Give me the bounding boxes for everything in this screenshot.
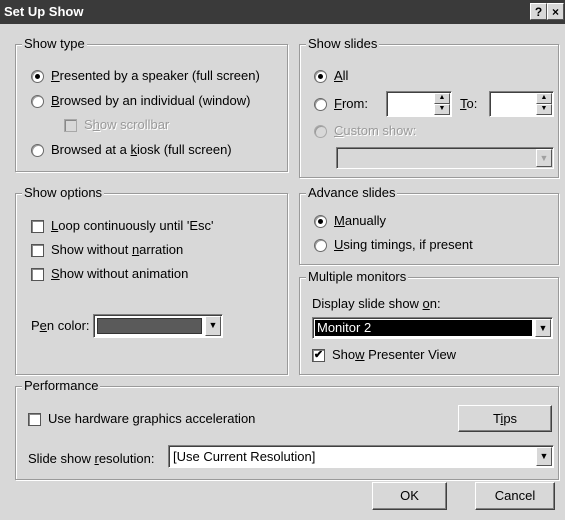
timings-label[interactable]: Using timings, if present bbox=[334, 237, 473, 252]
monitor-dropdown-icon[interactable]: ▼ bbox=[535, 319, 551, 337]
custom-show-dropdown-icon[interactable]: ▼ bbox=[536, 149, 552, 167]
ok-button[interactable]: OK bbox=[372, 482, 447, 510]
custom-show-label: Custom show: bbox=[334, 123, 417, 138]
close-button[interactable]: × bbox=[547, 3, 564, 20]
custom-show-radio[interactable] bbox=[314, 125, 327, 138]
to-spinner[interactable]: ▲ ▼ bbox=[536, 93, 552, 115]
help-button[interactable]: ? bbox=[530, 3, 547, 20]
kiosk-label[interactable]: Browsed at a kiosk (full screen) bbox=[51, 142, 232, 157]
multiple-monitors-legend: Multiple monitors bbox=[306, 269, 409, 284]
from-up-icon[interactable]: ▲ bbox=[434, 93, 450, 104]
pen-color-dropdown-icon[interactable]: ▼ bbox=[205, 316, 221, 336]
no-animation-checkbox[interactable] bbox=[31, 268, 44, 281]
hardware-acceleration-checkbox[interactable] bbox=[28, 413, 41, 426]
title-bar: Set Up Show ? × bbox=[0, 0, 565, 24]
multiple-monitors-group: Multiple monitors Display slide show on:… bbox=[299, 269, 559, 375]
individual-radio[interactable] bbox=[31, 95, 44, 108]
to-down-icon[interactable]: ▼ bbox=[536, 104, 552, 115]
from-spinner[interactable]: ▲ ▼ bbox=[434, 93, 450, 115]
no-narration-label[interactable]: Show without narration bbox=[51, 242, 183, 257]
advance-slides-legend: Advance slides bbox=[306, 185, 398, 200]
custom-show-select[interactable]: ▼ bbox=[336, 147, 554, 169]
all-slides-radio[interactable] bbox=[314, 70, 327, 83]
advance-slides-group: Advance slides Manually Using timings, i… bbox=[299, 185, 559, 265]
resolution-value: [Use Current Resolution] bbox=[173, 449, 316, 464]
from-down-icon[interactable]: ▼ bbox=[434, 104, 450, 115]
to-input[interactable]: ▲ ▼ bbox=[489, 91, 554, 117]
pen-color-select[interactable]: ▼ bbox=[93, 314, 223, 338]
to-label: To: bbox=[460, 96, 478, 111]
loop-checkbox[interactable] bbox=[31, 220, 44, 233]
presenter-view-checkbox[interactable]: ✔ bbox=[312, 349, 325, 362]
show-slides-legend: Show slides bbox=[306, 36, 380, 51]
show-type-legend: Show type bbox=[22, 36, 87, 51]
monitor-select[interactable]: Monitor 2 ▼ bbox=[312, 317, 553, 339]
speaker-radio[interactable] bbox=[31, 70, 44, 83]
pen-color-label: Pen color: bbox=[31, 318, 90, 333]
individual-label[interactable]: Browsed by an individual (window) bbox=[51, 93, 250, 108]
performance-group: Performance Use hardware graphics accele… bbox=[15, 378, 559, 480]
all-slides-label[interactable]: All bbox=[334, 68, 348, 83]
resolution-dropdown-icon[interactable]: ▼ bbox=[536, 447, 552, 466]
no-narration-checkbox[interactable] bbox=[31, 244, 44, 257]
show-type-group: Show type Presented by a speaker (full s… bbox=[15, 36, 288, 172]
show-slides-group: Show slides All From: ▲ ▼ To: ▲ ▼ Custom… bbox=[299, 36, 559, 178]
from-radio[interactable] bbox=[314, 98, 327, 111]
cancel-button[interactable]: Cancel bbox=[475, 482, 555, 510]
presenter-view-label[interactable]: Show Presenter View bbox=[332, 347, 456, 362]
kiosk-radio[interactable] bbox=[31, 144, 44, 157]
from-input[interactable]: ▲ ▼ bbox=[386, 91, 452, 117]
display-on-label: Display slide show on: bbox=[312, 296, 441, 311]
loop-label[interactable]: Loop continuously until 'Esc' bbox=[51, 218, 214, 233]
monitor-value: Monitor 2 bbox=[315, 320, 532, 336]
show-options-group: Show options Loop continuously until 'Es… bbox=[15, 185, 288, 375]
tips-button[interactable]: Tips bbox=[458, 405, 552, 432]
no-animation-label[interactable]: Show without animation bbox=[51, 266, 188, 281]
timings-radio[interactable] bbox=[314, 239, 327, 252]
show-scrollbar-label: Show scrollbar bbox=[84, 117, 170, 132]
resolution-select[interactable]: [Use Current Resolution] ▼ bbox=[168, 445, 554, 468]
dialog-title: Set Up Show bbox=[4, 4, 84, 19]
hardware-acceleration-label[interactable]: Use hardware graphics acceleration bbox=[48, 411, 255, 426]
speaker-label[interactable]: Presented by a speaker (full screen) bbox=[51, 68, 260, 83]
manually-label[interactable]: Manually bbox=[334, 213, 386, 228]
to-up-icon[interactable]: ▲ bbox=[536, 93, 552, 104]
manually-radio[interactable] bbox=[314, 215, 327, 228]
pen-color-swatch bbox=[97, 318, 202, 334]
performance-legend: Performance bbox=[22, 378, 101, 393]
show-options-legend: Show options bbox=[22, 185, 105, 200]
from-label[interactable]: From: bbox=[334, 96, 368, 111]
resolution-label: Slide show resolution: bbox=[28, 451, 155, 466]
show-scrollbar-checkbox[interactable] bbox=[64, 119, 77, 132]
